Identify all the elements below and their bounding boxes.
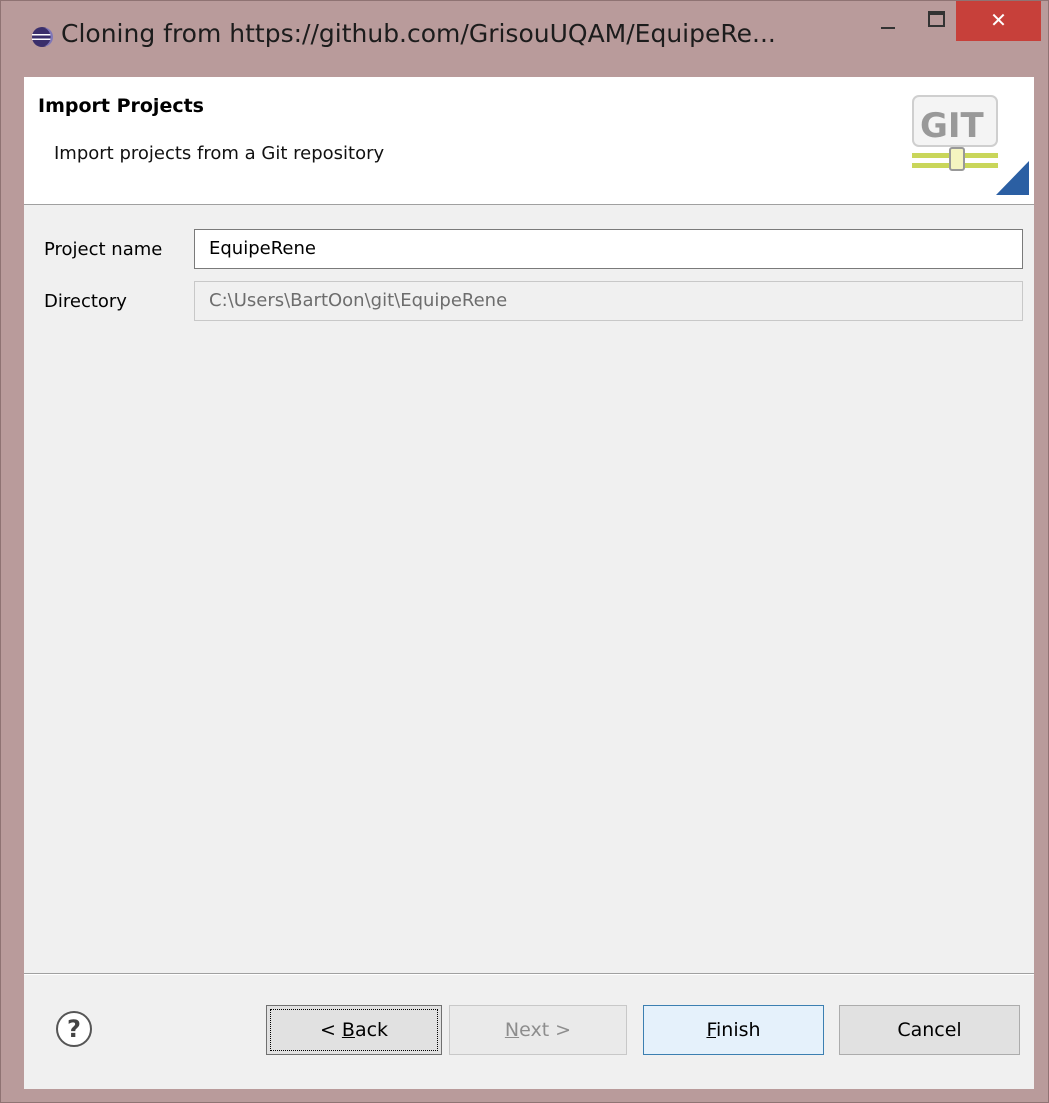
finish-mnemonic: F <box>706 1019 716 1041</box>
wizard-content: Project name EquipeRene Directory C:\Use… <box>24 205 1034 1089</box>
back-button[interactable]: < Back <box>266 1005 442 1055</box>
wizard-window: Cloning from https://github.com/GrisouUQ… <box>0 0 1049 1103</box>
next-mnemonic: N <box>504 1019 520 1041</box>
eclipse-icon <box>32 27 53 47</box>
directory-field: C:\Users\BartOon\git\EquipeRene <box>194 281 1023 321</box>
git-logo-icon: GIT <box>912 95 1029 195</box>
focus-ring <box>270 1009 438 1051</box>
footer-divider-highlight <box>24 974 1034 975</box>
close-button[interactable]: ✕ <box>956 1 1041 41</box>
next-label-rest: ext > <box>519 1019 572 1041</box>
project-name-input[interactable]: EquipeRene <box>194 229 1023 269</box>
cancel-button[interactable]: Cancel <box>839 1005 1020 1055</box>
page-description: Import projects from a Git repository <box>54 143 385 164</box>
finish-label-rest: inish <box>716 1019 761 1041</box>
page-title: Import Projects <box>38 95 204 117</box>
directory-label: Directory <box>44 291 127 312</box>
window-title: Cloning from https://github.com/GrisouUQ… <box>61 19 776 48</box>
help-icon[interactable]: ? <box>56 1011 92 1047</box>
maximize-button[interactable] <box>915 1 955 41</box>
git-logo-text: GIT <box>920 106 985 146</box>
project-name-label: Project name <box>44 239 163 260</box>
title-bar[interactable]: Cloning from https://github.com/GrisouUQ… <box>1 1 1049 77</box>
wizard-header: Import Projects Import projects from a G… <box>24 77 1034 205</box>
next-button: Next > <box>449 1005 627 1055</box>
minimize-button[interactable] <box>863 1 913 41</box>
finish-button[interactable]: Finish <box>643 1005 824 1055</box>
